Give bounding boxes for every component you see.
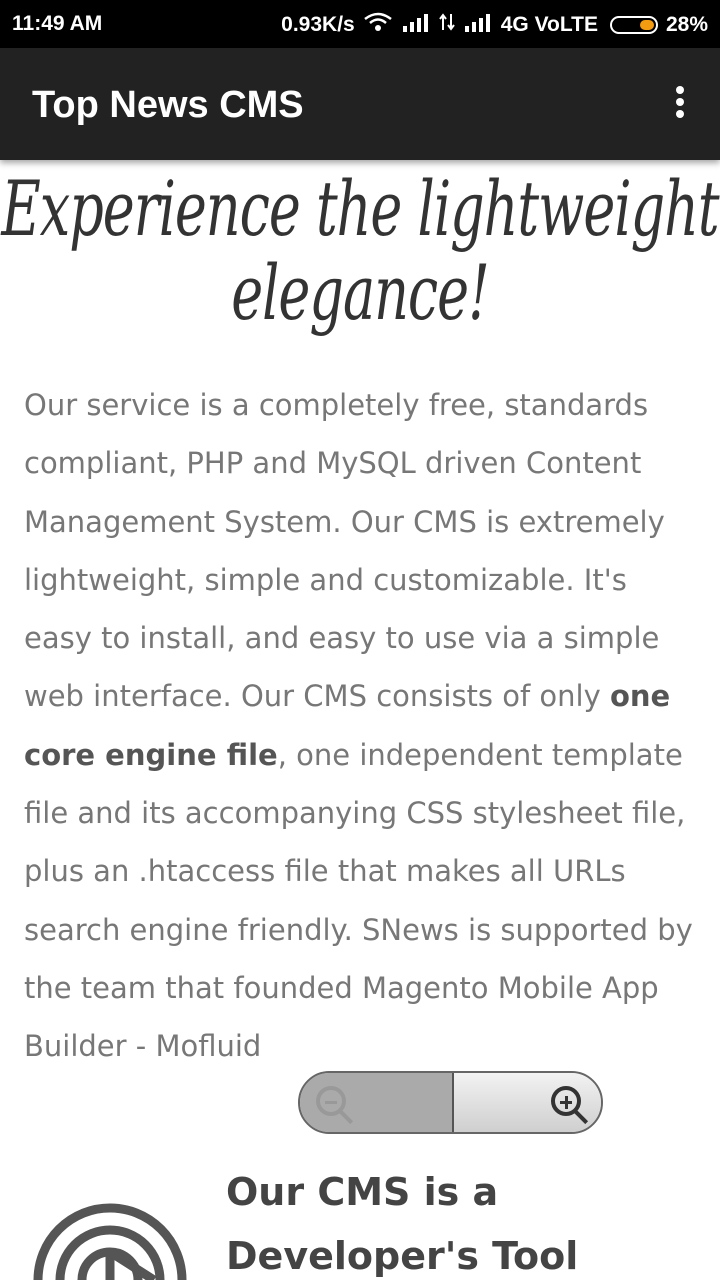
cursor-target-icon	[24, 1180, 194, 1284]
zoom-out-button[interactable]	[300, 1073, 454, 1132]
zoom-control	[298, 1071, 603, 1134]
wifi-icon	[363, 12, 393, 38]
app-bar: Top News CMS	[0, 48, 720, 160]
feature-title: Our CMS is a Developer's Tool	[226, 1170, 579, 1278]
more-vert-icon[interactable]	[670, 86, 690, 122]
headline: Experience the lightweight elegance!	[1, 165, 719, 338]
intro-paragraph: Our service is a completely free, standa…	[24, 376, 696, 1076]
zoom-out-icon	[316, 1086, 346, 1116]
battery-percent: 28%	[665, 13, 708, 36]
zoom-in-button[interactable]	[454, 1073, 601, 1132]
data-transfer-icon	[438, 12, 455, 38]
status-bar: 11:49 AM 0.93K/s 4G VoLTE 28%	[0, 0, 720, 48]
network-type: 4G VoLTE	[500, 13, 598, 36]
signal-icon-2	[463, 12, 493, 38]
intro-text-2: , one independent template file and its …	[24, 737, 693, 1064]
status-right: 0.93K/s 4G VoLTE 28%	[281, 12, 708, 38]
net-speed: 0.93K/s	[281, 13, 355, 36]
zoom-in-icon	[551, 1086, 581, 1116]
status-time: 11:49 AM	[12, 12, 103, 35]
signal-icon	[401, 12, 431, 38]
app-title: Top News CMS	[32, 84, 304, 126]
intro-text-1: Our service is a completely free, standa…	[24, 388, 665, 714]
battery-icon	[609, 16, 658, 34]
